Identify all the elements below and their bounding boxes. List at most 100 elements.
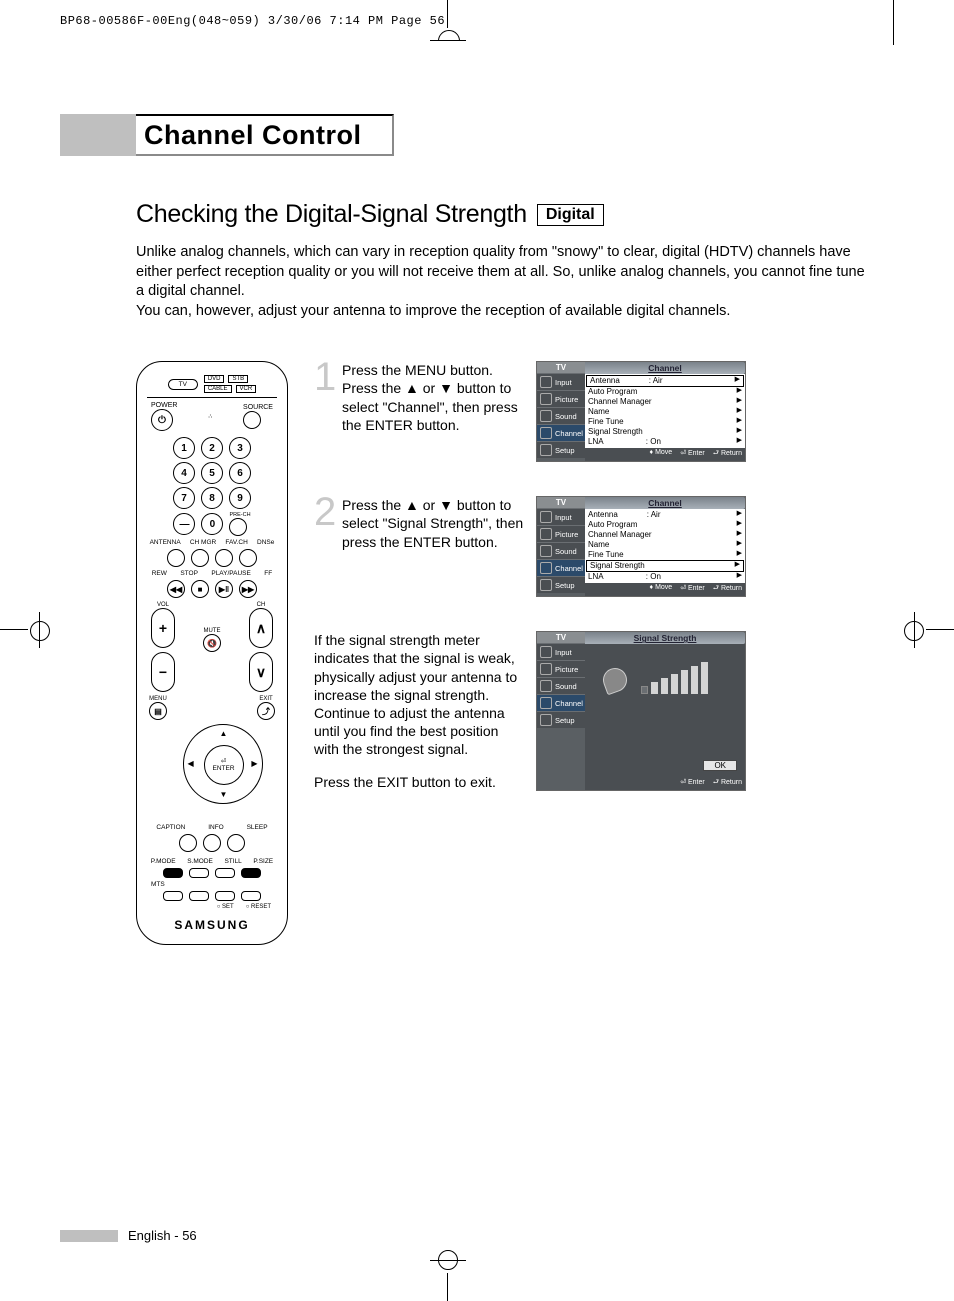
- section-header: Channel Control: [60, 114, 880, 156]
- power-label: POWER: [151, 402, 177, 409]
- num-0-button: 0: [201, 513, 223, 535]
- section-accent-block: [60, 114, 136, 156]
- section-title: Channel Control: [136, 114, 394, 156]
- pre-ch-button: [229, 518, 247, 536]
- page-footer: English - 56: [60, 1228, 197, 1243]
- dpad: ▲ ◀ ▶ ▼ ⏎ ENTER: [145, 724, 300, 820]
- source-button: [243, 411, 261, 429]
- steps-column: 1 Press the MENU button. Press the ▲ or …: [314, 361, 746, 945]
- chmgr-button: [191, 549, 209, 567]
- mts-label: MTS: [151, 881, 165, 888]
- favch-label: FAV.CH: [225, 539, 247, 546]
- still-label: STILL: [224, 858, 241, 865]
- chmgr-label: CH MGR: [190, 539, 216, 546]
- print-header-meta: BP68-00586F-00Eng(048~059) 3/30/06 7:14 …: [60, 14, 445, 28]
- page-number: English - 56: [128, 1228, 197, 1243]
- caption-label: CAPTION: [156, 824, 185, 831]
- menu-label: MENU: [149, 696, 167, 702]
- power-icon: ⏻: [151, 409, 173, 431]
- playpause-label: PLAY/PAUSE: [211, 570, 251, 577]
- vol-label: VOL: [151, 602, 175, 608]
- sleep-button: [227, 834, 245, 852]
- channel-icon: [540, 697, 552, 709]
- enter-label: ENTER: [212, 765, 234, 772]
- move-hint: ♦ Move: [650, 449, 673, 460]
- pmode-label: P.MODE: [151, 858, 176, 865]
- input-icon: [540, 511, 552, 523]
- signal-meter: OK: [585, 644, 745, 777]
- trim-line: [893, 0, 894, 45]
- enter-button: ⏎ ENTER: [204, 745, 244, 785]
- right-arrow-icon: ▶: [251, 759, 257, 768]
- num-6-button: 6: [229, 462, 251, 484]
- osd-tv-label: TV: [537, 362, 585, 373]
- stop-icon: ■: [191, 580, 209, 598]
- osd-channel-menu-signal-selected: TV Input Picture Sound Channel Setup Cha…: [536, 496, 746, 597]
- osd-sidebar-channel: Channel: [537, 424, 585, 441]
- manual-page: BP68-00586F-00Eng(048~059) 3/30/06 7:14 …: [0, 0, 954, 1301]
- blank-button: [189, 891, 209, 901]
- menu-icon: ▤: [149, 702, 167, 720]
- input-icon: [540, 376, 552, 388]
- page-content: Channel Control Checking the Digital-Sig…: [60, 114, 880, 945]
- intro-text: Unlike analog channels, which can vary i…: [136, 243, 866, 321]
- channel-icon: [540, 427, 552, 439]
- stop-label: STOP: [180, 570, 198, 577]
- sleep-label: SLEEP: [247, 824, 268, 831]
- osd-signal-strength: TV Input Picture Sound Channel Setup Sig…: [536, 631, 746, 791]
- remote-vcr-button: VCR: [236, 385, 257, 393]
- dnse-button: [239, 549, 257, 567]
- rew-icon: ◀◀: [167, 580, 185, 598]
- crop-mark: [447, 1273, 448, 1301]
- intro-paragraph: You can, however, adjust your antenna to…: [136, 302, 866, 322]
- ff-label: FF: [264, 570, 272, 577]
- playpause-icon: ▶‖: [215, 580, 233, 598]
- num-5-button: 5: [201, 462, 223, 484]
- return-hint: ⮐ Return: [713, 449, 742, 460]
- dish-icon: [600, 665, 631, 696]
- sound-icon: [540, 410, 552, 422]
- ch-label: CH: [249, 602, 273, 608]
- ff-icon: ▶▶: [239, 580, 257, 598]
- subheading: Checking the Digital-Signal Strength: [136, 200, 527, 229]
- osd-title: Channel: [585, 362, 745, 374]
- caption-button: [179, 834, 197, 852]
- exit-icon: ⤴: [257, 702, 275, 720]
- osd-sidebar-input: Input: [537, 373, 585, 390]
- crop-mark: [30, 621, 50, 641]
- source-label: SOURCE: [243, 404, 273, 411]
- set-label: SET: [222, 904, 234, 910]
- osd-channel-menu: TV Input Picture Sound Channel Setup Cha…: [536, 361, 746, 462]
- vol-down-button: −: [151, 652, 175, 692]
- up-arrow-icon: ▲: [220, 729, 228, 738]
- setup-icon: [540, 444, 552, 456]
- ok-button: OK: [703, 760, 737, 771]
- favch-button: [215, 549, 233, 567]
- num-8-button: 8: [201, 487, 223, 509]
- left-arrow-icon: ◀: [188, 759, 194, 768]
- digital-badge: Digital: [537, 204, 604, 226]
- osd-sidebar-picture: Picture: [537, 390, 585, 407]
- crop-mark: [904, 621, 924, 641]
- step-text: Press the ▲ or ▼ button to select "Signa…: [342, 496, 526, 597]
- step-number: 1: [314, 361, 338, 462]
- psize-button: [241, 868, 261, 878]
- antenna-button: [167, 549, 185, 567]
- osd-sidebar-sound: Sound: [537, 407, 585, 424]
- ch-down-button: ∨: [249, 652, 273, 692]
- blank-button: [241, 891, 261, 901]
- smode-button: [189, 868, 209, 878]
- step-text: Press the EXIT button to exit.: [314, 773, 526, 791]
- step-3: If the signal strength meter indicates t…: [314, 631, 746, 791]
- num-7-button: 7: [173, 487, 195, 509]
- subheading-row: Checking the Digital-Signal Strength Dig…: [136, 200, 880, 229]
- antenna-label: ANTENNA: [150, 539, 181, 546]
- crop-mark: [447, 0, 448, 28]
- body-row: TV DVD STB CABLE VCR: [136, 361, 880, 945]
- exit-label: EXIT: [257, 696, 275, 702]
- down-arrow-icon: ▼: [220, 790, 228, 799]
- smode-label: S.MODE: [187, 858, 213, 865]
- crop-mark: [438, 1250, 458, 1270]
- step-text: If the signal strength meter indicates t…: [314, 631, 526, 758]
- step-2: 2 Press the ▲ or ▼ button to select "Sig…: [314, 496, 746, 597]
